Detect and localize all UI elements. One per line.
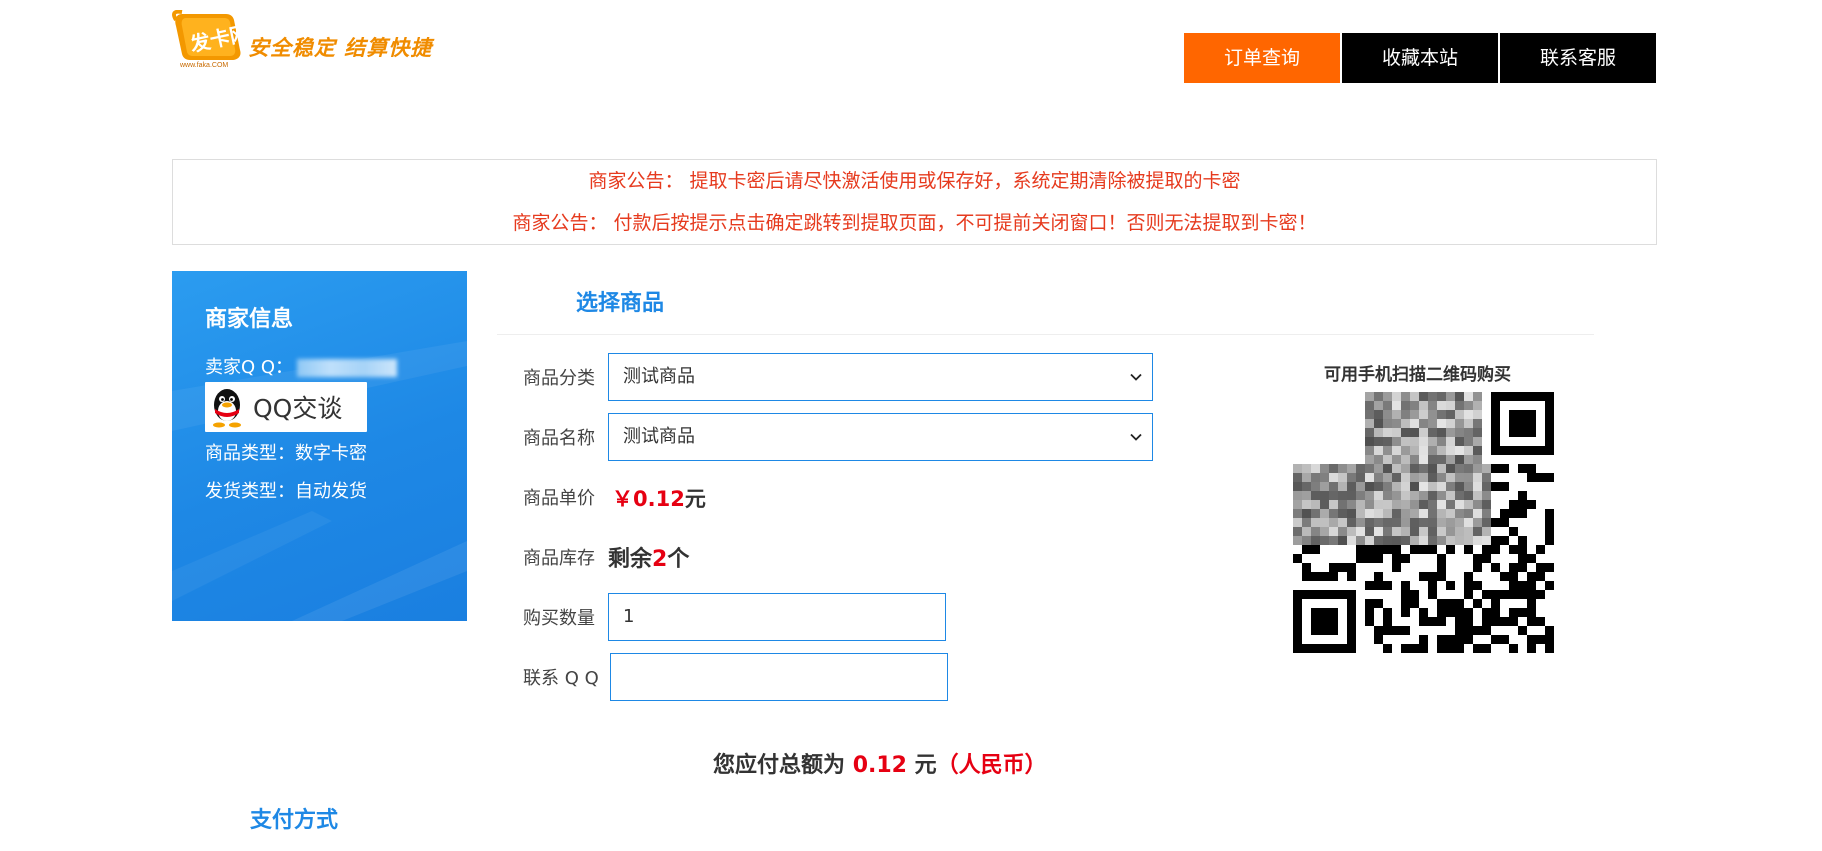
quantity-input[interactable]: 1 xyxy=(608,593,946,641)
price-currency-symbol: ￥ xyxy=(612,487,633,511)
quantity-label: 购买数量 xyxy=(523,608,595,629)
site-logo[interactable]: 发卡网 安全稳定 结算快捷 www.faka.COM xyxy=(172,8,431,72)
chevron-down-icon xyxy=(1130,373,1142,381)
qr-code xyxy=(1293,392,1554,653)
unit-price-value: ￥0.12元 xyxy=(612,483,706,513)
stock-count: 2 xyxy=(652,547,668,572)
qq-chat-button[interactable]: QQ交谈 xyxy=(205,382,367,432)
nav-bookmark-site[interactable]: 收藏本站 xyxy=(1342,33,1498,83)
contact-qq-input[interactable] xyxy=(610,653,948,701)
category-select-value: 测试商品 xyxy=(623,366,695,387)
announcement-line: 商家公告： 提取卡密后请尽快激活使用或保存好，系统定期清除被提取的卡密 xyxy=(588,170,1241,192)
total-prefix: 您应付总额为 xyxy=(713,753,846,778)
stock-prefix: 剩余 xyxy=(608,547,653,572)
contact-qq-label: 联系 Q Q xyxy=(523,668,599,689)
qq-penguin-icon xyxy=(213,389,241,428)
payment-method-title: 支付方式 xyxy=(250,808,339,833)
nav-contact-support[interactable]: 联系客服 xyxy=(1500,33,1656,83)
seller-qq-row: 卖家Q Q： xyxy=(205,353,398,379)
qq-chat-label: QQ交谈 xyxy=(253,394,343,423)
total-currency: （人民币） xyxy=(936,753,1047,778)
stock-suffix: 个 xyxy=(667,547,690,572)
price-amount: 0.12 xyxy=(633,487,685,511)
chevron-down-icon xyxy=(1130,433,1142,441)
nav-order-query[interactable]: 订单查询 xyxy=(1184,33,1340,83)
total-amount-value: 0.12 xyxy=(852,753,907,778)
section-divider xyxy=(497,334,1594,335)
seller-qq-label: 卖家Q Q： xyxy=(205,357,294,378)
total-unit: 元 xyxy=(914,753,937,778)
product-name-select[interactable]: 测试商品 xyxy=(608,413,1153,461)
qr-caption: 可用手机扫描二维码购买 xyxy=(1324,365,1511,385)
announcement-line: 商家公告： 付款后按提示点击确定跳转到提取页面，不可提前关闭窗口！否则无法提取到… xyxy=(512,212,1317,234)
select-product-title: 选择商品 xyxy=(576,291,665,316)
logo-icon: 发卡网 xyxy=(172,10,244,60)
delivery-type: 发货类型：自动发货 xyxy=(205,481,367,502)
product-name-label: 商品名称 xyxy=(523,428,595,449)
merchant-info-panel: 商家信息 卖家Q Q： QQ交谈 商品类型：数字卡密 发货类型：自动发货 xyxy=(172,271,467,621)
logo-slogan: 安全稳定 结算快捷 xyxy=(248,36,433,60)
merchant-info-title: 商家信息 xyxy=(205,307,294,332)
unit-price-label: 商品单价 xyxy=(523,488,595,509)
seller-qq-value-blurred xyxy=(297,359,398,377)
stock-label: 商品库存 xyxy=(523,548,595,569)
stock-value: 剩余2个 xyxy=(608,541,689,573)
announcement-box: 商家公告： 提取卡密后请尽快激活使用或保存好，系统定期清除被提取的卡密 商家公告… xyxy=(172,159,1657,245)
top-nav: 订单查询 收藏本站 联系客服 xyxy=(1184,33,1656,83)
product-type: 商品类型：数字卡密 xyxy=(205,443,367,464)
total-amount: 您应付总额为 0.12 元（人民币） xyxy=(713,747,1047,779)
category-label: 商品分类 xyxy=(523,368,595,389)
product-name-select-value: 测试商品 xyxy=(623,426,695,447)
price-unit: 元 xyxy=(684,487,706,511)
category-select[interactable]: 测试商品 xyxy=(608,353,1153,401)
logo-url: www.faka.COM xyxy=(180,62,229,69)
